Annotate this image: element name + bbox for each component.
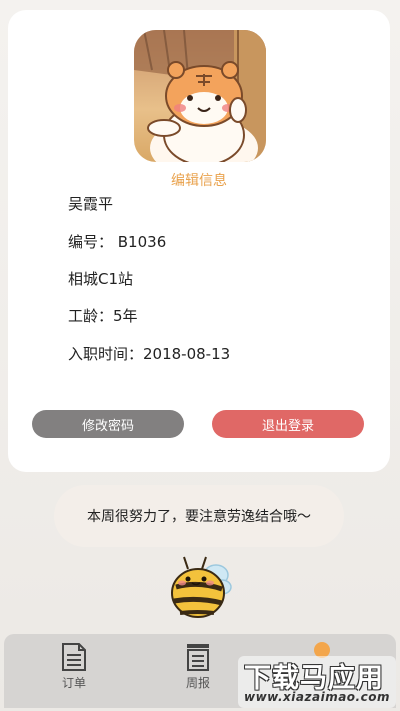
tab-orders[interactable]: 订单	[44, 642, 104, 702]
employee-id: 编号： B1036	[68, 233, 167, 251]
employee-hire-date: 入职时间：2018-08-13	[68, 345, 231, 363]
edit-info-link[interactable]: 编辑信息	[8, 170, 390, 190]
watermark-logo: 下载马应用 www.xiazaimao.com	[238, 656, 396, 708]
avatar[interactable]	[134, 30, 266, 162]
employee-seniority: 工龄：5年	[68, 307, 138, 325]
document-icon	[62, 643, 86, 671]
employee-name: 吴霞平	[68, 195, 114, 213]
report-icon	[187, 644, 209, 671]
tab-weekly-report-label: 周报	[185, 676, 210, 690]
tab-orders-label: 订单	[61, 676, 86, 690]
watermark-url: www.xiazaimao.com	[244, 690, 390, 704]
employee-station: 相城C1站	[68, 270, 134, 288]
profile-card: 编辑信息 吴霞平 编号： B1036 相城C1站 工龄：5年 入职时间：2018…	[8, 10, 390, 472]
encouragement-bubble: 本周很努力了，要注意劳逸结合哦～	[54, 485, 344, 547]
tiger-avatar-image	[134, 30, 266, 162]
logout-button[interactable]: 退出登录	[212, 410, 364, 438]
tab-weekly-report[interactable]: 周报	[168, 642, 228, 702]
bee-mascot-icon	[164, 553, 236, 621]
change-password-button[interactable]: 修改密码	[32, 410, 184, 438]
encouragement-text: 本周很努力了，要注意劳逸结合哦～	[87, 509, 311, 525]
